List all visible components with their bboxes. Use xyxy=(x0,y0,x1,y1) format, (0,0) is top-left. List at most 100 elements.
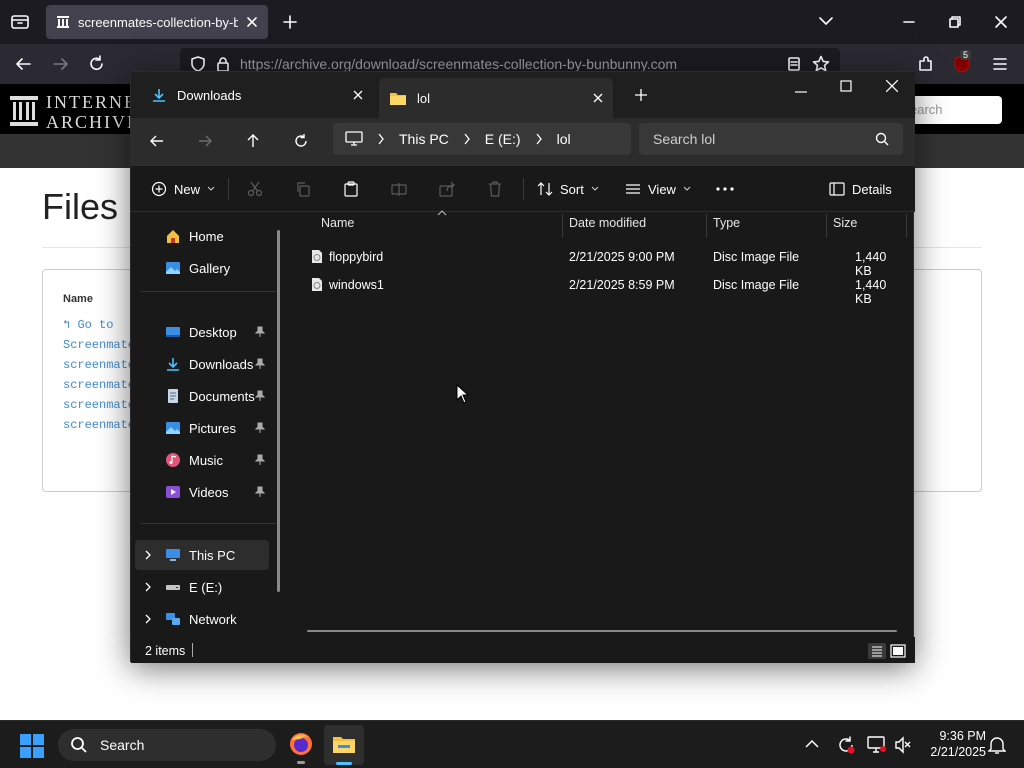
chevron-right-icon[interactable] xyxy=(145,550,152,560)
sidebar-item-home[interactable]: Home xyxy=(135,221,269,251)
file-link[interactable]: screenmate xyxy=(63,398,135,412)
copy-icon[interactable] xyxy=(295,174,311,204)
menu-icon[interactable] xyxy=(992,56,1008,72)
chevron-down-icon[interactable] xyxy=(818,15,834,27)
sidebar-item-gallery[interactable]: Gallery xyxy=(135,253,269,283)
close-tab-icon[interactable] xyxy=(246,16,258,28)
start-button-icon[interactable] xyxy=(20,734,44,758)
view-button[interactable]: View xyxy=(625,174,691,204)
horizontal-scrollbar[interactable] xyxy=(307,630,897,632)
maximize-icon[interactable] xyxy=(840,80,852,92)
file-explorer-taskbar-icon[interactable] xyxy=(324,725,364,765)
sidebar-item-music[interactable]: Music xyxy=(135,445,269,475)
tab-lol[interactable]: lol xyxy=(379,78,613,118)
forward-icon[interactable] xyxy=(52,55,70,73)
sidebar-item-videos[interactable]: Videos xyxy=(135,477,269,507)
breadcrumb[interactable]: This PC E (E:) lol xyxy=(333,123,631,155)
chevron-up-icon[interactable] xyxy=(805,739,819,749)
up-icon[interactable] xyxy=(245,133,261,149)
back-icon[interactable] xyxy=(14,55,32,73)
chevron-right-icon[interactable] xyxy=(535,133,543,145)
chevron-right-icon[interactable] xyxy=(377,133,385,145)
network-status-icon[interactable] xyxy=(867,736,887,754)
chevron-right-icon[interactable] xyxy=(145,582,152,592)
lock-icon[interactable] xyxy=(216,56,230,72)
pin-icon[interactable] xyxy=(255,486,265,498)
clock[interactable]: 9:36 PM 2/21/2025 xyxy=(916,728,986,760)
close-icon[interactable] xyxy=(593,93,603,103)
back-icon[interactable] xyxy=(149,133,165,149)
firefox-icon[interactable] xyxy=(288,731,314,764)
column-date-modified[interactable]: Date modified xyxy=(569,216,646,230)
close-window-icon[interactable] xyxy=(886,80,898,92)
cut-icon[interactable] xyxy=(247,174,263,204)
file-row[interactable]: floppybird 2/21/2025 9:00 PM Disc Image … xyxy=(291,243,905,278)
reader-view-icon[interactable] xyxy=(786,56,802,72)
reload-icon[interactable] xyxy=(88,55,106,73)
search-input[interactable]: Search lol xyxy=(639,123,903,155)
chevron-right-icon[interactable] xyxy=(463,133,471,145)
tab-list-icon[interactable] xyxy=(10,13,30,31)
volume-muted-icon[interactable] xyxy=(894,736,912,754)
sidebar-scrollbar[interactable] xyxy=(277,230,280,592)
column-size[interactable]: Size xyxy=(833,216,857,230)
share-icon[interactable] xyxy=(439,174,455,204)
parent-directory-link[interactable]: ↰ Go to xyxy=(63,317,113,332)
large-icons-view-icon[interactable] xyxy=(889,643,907,659)
new-tab-icon[interactable] xyxy=(635,89,647,101)
sidebar-item-downloads[interactable]: Downloads xyxy=(135,349,269,379)
sidebar-item-pictures[interactable]: Pictures xyxy=(135,413,269,443)
restore-icon[interactable] xyxy=(948,15,962,29)
sidebar-item-desktop[interactable]: Desktop xyxy=(135,317,269,347)
ublock-icon[interactable]: 5 xyxy=(952,50,972,74)
sort-button[interactable]: Sort xyxy=(537,174,599,204)
minimize-icon[interactable] xyxy=(902,15,916,29)
close-icon[interactable] xyxy=(353,90,363,100)
taskbar-search[interactable]: Search xyxy=(58,729,276,761)
minimize-icon[interactable] xyxy=(795,86,807,98)
file-link[interactable]: screenmate xyxy=(63,378,135,392)
notification-bell-icon[interactable] xyxy=(988,735,1006,755)
monitor-icon[interactable] xyxy=(345,131,363,147)
sort-chevron-up-icon xyxy=(437,210,447,216)
new-tab-icon[interactable] xyxy=(282,14,298,30)
breadcrumb-drive[interactable]: E (E:) xyxy=(485,131,521,147)
more-options-icon[interactable] xyxy=(715,174,735,204)
close-window-icon[interactable] xyxy=(994,15,1008,29)
details-button[interactable]: Details xyxy=(829,174,892,204)
pin-icon[interactable] xyxy=(255,454,265,466)
pin-icon[interactable] xyxy=(255,358,265,370)
sidebar-item-this-pc[interactable]: This PC xyxy=(135,540,269,570)
file-link[interactable]: Screenmate xyxy=(63,338,135,352)
archive-logo-icon[interactable] xyxy=(10,96,38,126)
pin-icon[interactable] xyxy=(255,422,265,434)
pin-icon[interactable] xyxy=(255,326,265,338)
shield-icon[interactable] xyxy=(190,56,206,72)
sidebar-item-drive[interactable]: E (E:) xyxy=(135,572,269,602)
pin-icon[interactable] xyxy=(255,390,265,402)
tab-downloads[interactable]: Downloads xyxy=(141,78,373,112)
file-link[interactable]: screenmate xyxy=(63,418,135,432)
url-text[interactable]: https://archive.org/download/screenmates… xyxy=(240,56,776,72)
details-view-icon[interactable] xyxy=(868,643,886,659)
archive-search-input[interactable]: earch xyxy=(900,96,1002,124)
column-type[interactable]: Type xyxy=(713,216,740,230)
file-row[interactable]: windows1 2/21/2025 8:59 PM Disc Image Fi… xyxy=(291,271,905,306)
paste-icon[interactable] xyxy=(343,174,359,204)
breadcrumb-this-pc[interactable]: This PC xyxy=(399,131,449,147)
rename-icon[interactable] xyxy=(391,174,407,204)
browser-tab[interactable]: screenmates-collection-by-bunbunny xyxy=(46,5,268,39)
extensions-icon[interactable] xyxy=(916,55,934,73)
delete-icon[interactable] xyxy=(487,174,503,204)
forward-icon[interactable] xyxy=(197,133,213,149)
archive-favicon-icon xyxy=(57,16,69,28)
sync-icon[interactable] xyxy=(836,735,856,755)
new-button[interactable]: New xyxy=(151,174,215,204)
sidebar-item-documents[interactable]: Documents xyxy=(135,381,269,411)
sidebar-item-network[interactable]: Network xyxy=(135,604,269,634)
refresh-icon[interactable] xyxy=(293,133,309,149)
chevron-right-icon[interactable] xyxy=(145,614,152,624)
column-name[interactable]: Name xyxy=(321,216,354,230)
file-link[interactable]: screenmate xyxy=(63,358,135,372)
breadcrumb-folder[interactable]: lol xyxy=(557,131,571,147)
